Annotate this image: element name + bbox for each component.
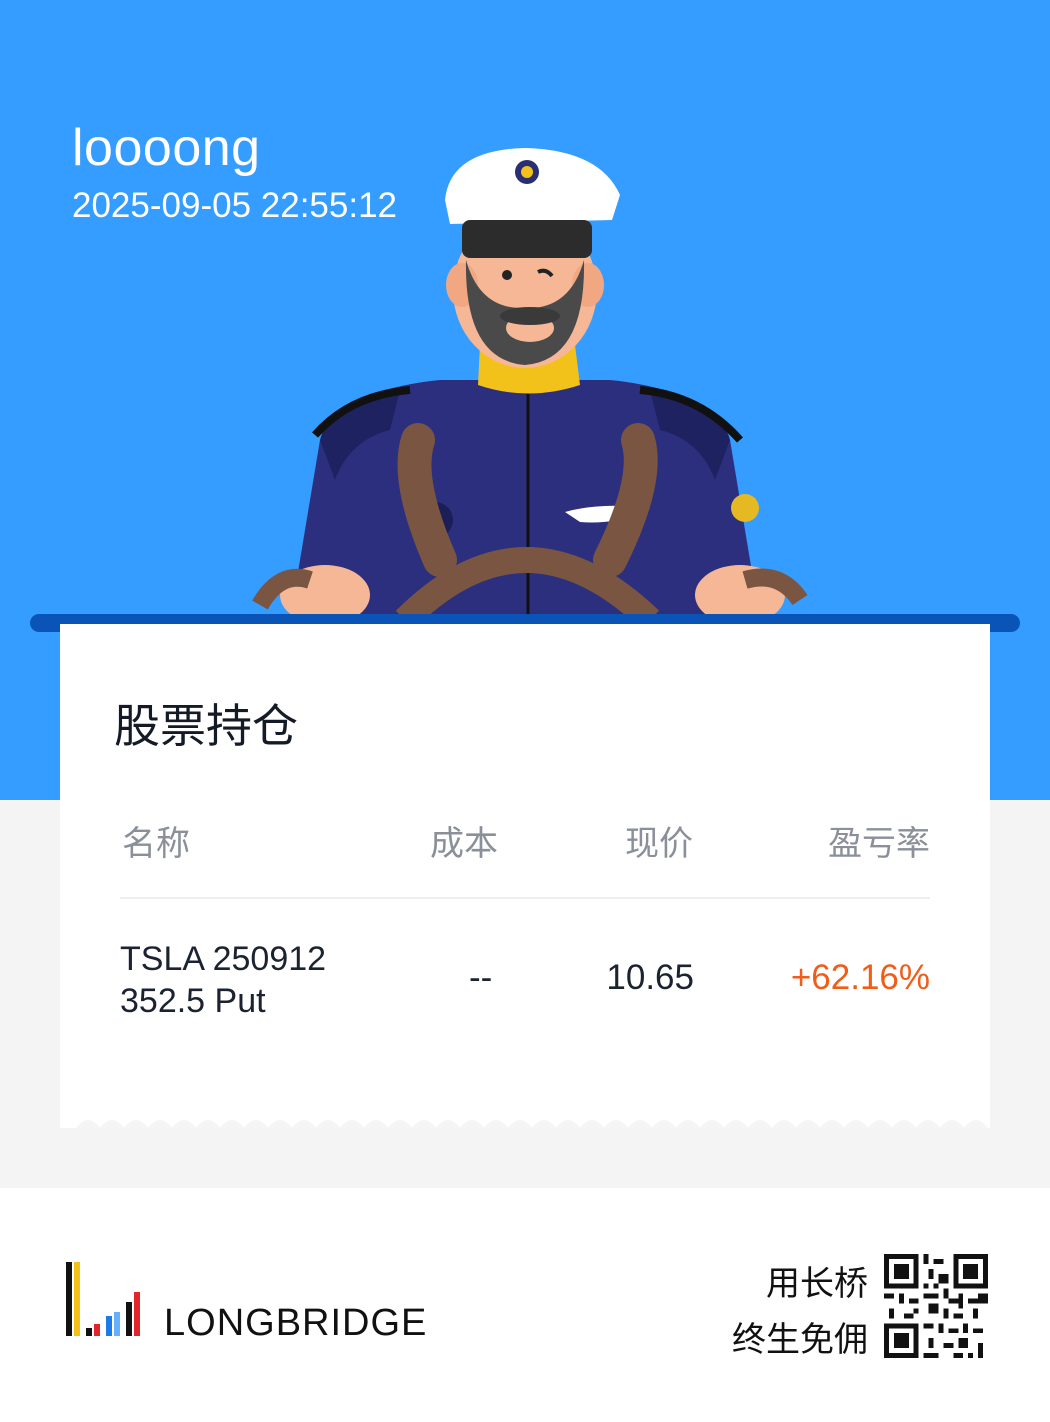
slogan-line1: 用长桥 (766, 1264, 868, 1304)
position-price: 10.65 (606, 958, 694, 997)
footer: LONGBRIDGE 用长桥 终生免佣 (0, 1188, 1050, 1422)
position-name: TSLA 250912 352.5 Put (120, 940, 327, 1020)
column-header-name: 名称 (122, 824, 190, 864)
holdings-title: 股票持仓 (114, 699, 298, 753)
column-header-price: 现价 (625, 824, 693, 864)
longbridge-logo (66, 1262, 140, 1336)
qr-code[interactable] (884, 1254, 988, 1358)
position-pnl-rate: +62.16% (790, 958, 930, 997)
user-name: loooong (72, 119, 261, 177)
column-header-cost: 成本 (430, 824, 498, 864)
header-divider (120, 897, 930, 899)
captain-illustration (252, 148, 808, 620)
slogan-line2: 终生免佣 (732, 1320, 868, 1360)
column-header-pnl-rate: 盈亏率 (828, 824, 930, 864)
brand-name: LONGBRIDGE (164, 1302, 428, 1344)
position-cost: -- (469, 958, 493, 997)
holdings-card: 股票持仓 名称 成本 现价 盈亏率 TSLA 250912 352.5 Put … (60, 624, 990, 1128)
card-scallop-edge (60, 1112, 990, 1128)
